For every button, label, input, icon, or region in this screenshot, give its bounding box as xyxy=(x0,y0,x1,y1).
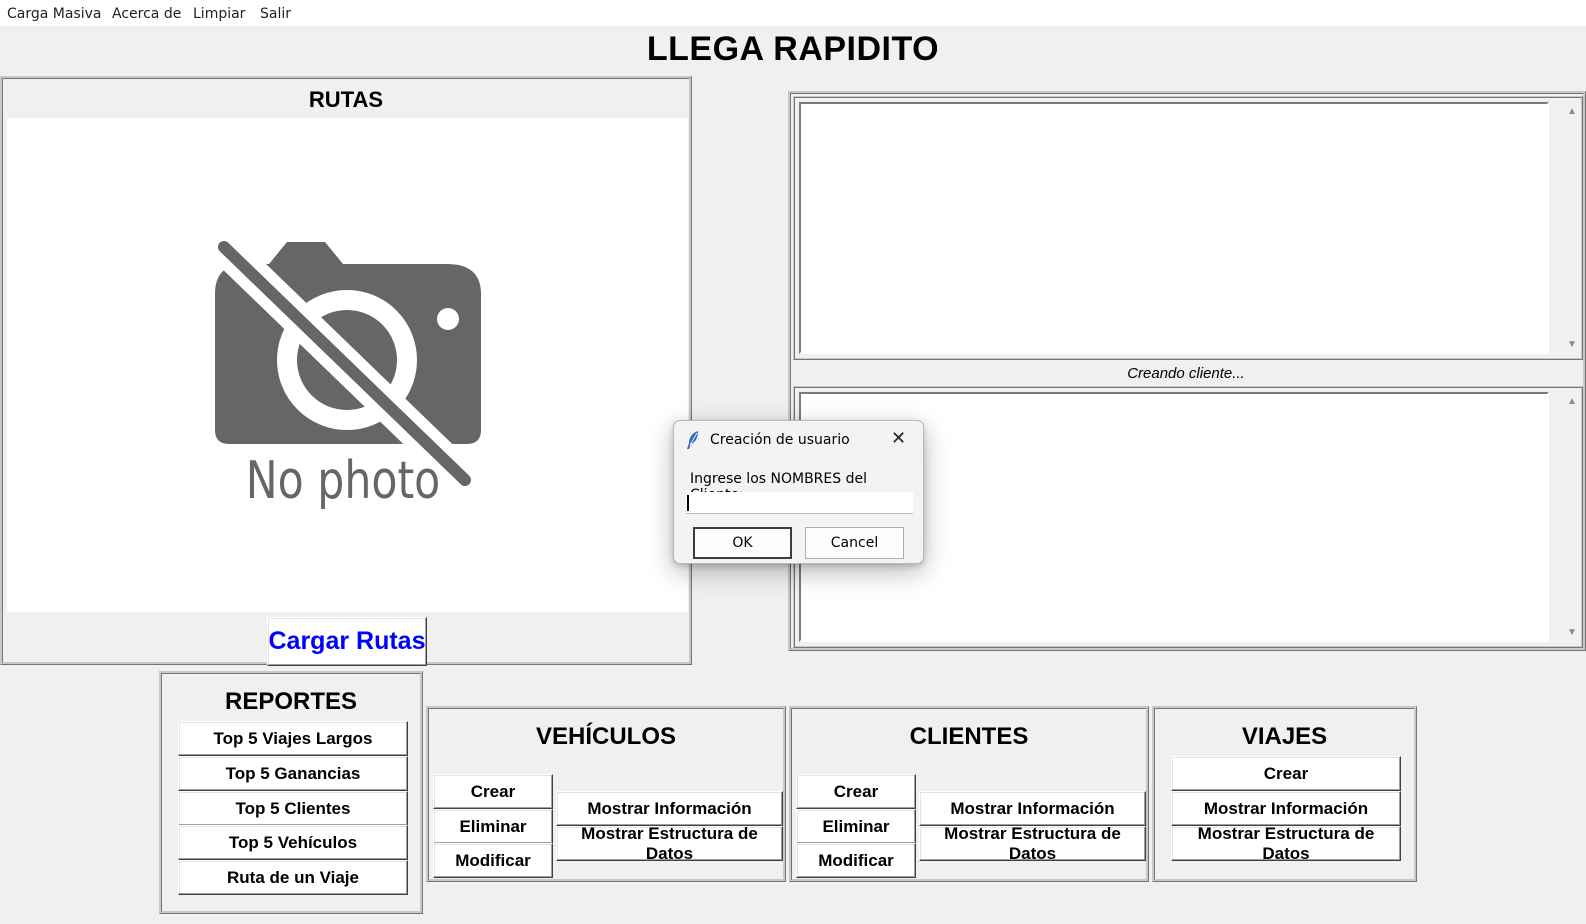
ruta-de-un-viaje-button[interactable]: Ruta de un Viaje xyxy=(178,860,408,895)
close-icon[interactable]: ✕ xyxy=(891,428,906,449)
top5-viajes-largos-button[interactable]: Top 5 Viajes Largos xyxy=(178,721,408,756)
viajes-crear-button[interactable]: Crear xyxy=(1171,756,1401,791)
top5-ganancias-button[interactable]: Top 5 Ganancias xyxy=(178,756,408,791)
viajes-title: VIAJES xyxy=(1241,723,1328,750)
viajes-panel: VIAJES Crear Mostrar Información Mostrar… xyxy=(1152,706,1417,882)
create-user-dialog: Creación de usuario ✕ Ingrese los NOMBRE… xyxy=(673,420,924,564)
menu-carga-masiva[interactable]: Carga Masiva xyxy=(7,6,102,22)
cargar-rutas-button[interactable]: Cargar Rutas xyxy=(267,617,427,666)
reportes-panel: REPORTES Top 5 Viajes Largos Top 5 Ganan… xyxy=(159,671,423,914)
clientes-panel: CLIENTES Crear Eliminar Modificar Mostra… xyxy=(789,706,1149,882)
scroll-down-icon[interactable]: ▼ xyxy=(1563,339,1581,350)
no-photo-icon xyxy=(207,230,482,497)
menu-acerca-de[interactable]: Acerca de xyxy=(112,6,181,22)
output-top-frame: ▲ ▼ xyxy=(793,96,1583,360)
clientes-crear-button[interactable]: Crear xyxy=(796,774,916,809)
status-label: Creando cliente... xyxy=(1127,365,1245,382)
viajes-mostrar-info-button[interactable]: Mostrar Información xyxy=(1171,791,1401,826)
top5-vehiculos-button[interactable]: Top 5 Vehículos xyxy=(178,825,408,860)
vehiculos-eliminar-button[interactable]: Eliminar xyxy=(433,809,553,844)
clientes-mostrar-estructura-button[interactable]: Mostrar Estructura de Datos xyxy=(919,824,1146,863)
scroll-up-icon[interactable]: ▲ xyxy=(1563,396,1581,407)
clientes-mostrar-info-button[interactable]: Mostrar Información xyxy=(919,791,1146,826)
output-panel: ▲ ▼ Creando cliente... ▲ ▼ xyxy=(788,91,1586,651)
rutas-title: RUTAS xyxy=(308,87,384,112)
vehiculos-panel: VEHÍCULOS Crear Eliminar Modificar Mostr… xyxy=(426,706,786,882)
scroll-up-icon[interactable]: ▲ xyxy=(1563,106,1581,117)
output-textarea[interactable] xyxy=(799,102,1549,354)
client-name-input[interactable] xyxy=(686,492,913,514)
clientes-modificar-button[interactable]: Modificar xyxy=(796,843,916,878)
clientes-title: CLIENTES xyxy=(909,723,1029,750)
log-scrollbar[interactable]: ▲ ▼ xyxy=(1563,392,1581,642)
route-image-area: No photo xyxy=(7,118,688,612)
cargar-rutas-label: Cargar Rutas xyxy=(268,627,426,655)
text-cursor xyxy=(687,495,689,511)
dialog-title: Creación de usuario xyxy=(710,432,850,448)
menu-limpiar[interactable]: Limpiar xyxy=(193,6,245,22)
viajes-mostrar-estructura-button[interactable]: Mostrar Estructura de Datos xyxy=(1171,824,1401,863)
cancel-button[interactable]: Cancel xyxy=(805,527,904,559)
vehiculos-modificar-button[interactable]: Modificar xyxy=(433,843,553,878)
vehiculos-crear-button[interactable]: Crear xyxy=(433,774,553,809)
reportes-title: REPORTES xyxy=(224,688,358,715)
menu-salir[interactable]: Salir xyxy=(260,6,291,22)
vehiculos-title: VEHÍCULOS xyxy=(535,723,676,750)
menu-bar: Carga Masiva Acerca de Limpiar Salir xyxy=(0,0,1586,26)
scroll-down-icon[interactable]: ▼ xyxy=(1563,627,1581,638)
no-photo-label: No photo xyxy=(245,451,441,511)
clientes-eliminar-button[interactable]: Eliminar xyxy=(796,809,916,844)
feather-icon xyxy=(686,430,700,454)
vehiculos-mostrar-estructura-button[interactable]: Mostrar Estructura de Datos xyxy=(556,824,783,863)
rutas-panel: RUTAS No photo Cargar Rutas xyxy=(0,76,692,666)
ok-button[interactable]: OK xyxy=(693,527,792,559)
app-title: LLEGA RAPIDITO xyxy=(646,30,940,68)
output-scrollbar[interactable]: ▲ ▼ xyxy=(1563,102,1581,354)
vehiculos-mostrar-info-button[interactable]: Mostrar Información xyxy=(556,791,783,826)
top5-clientes-button[interactable]: Top 5 Clientes xyxy=(178,791,408,826)
